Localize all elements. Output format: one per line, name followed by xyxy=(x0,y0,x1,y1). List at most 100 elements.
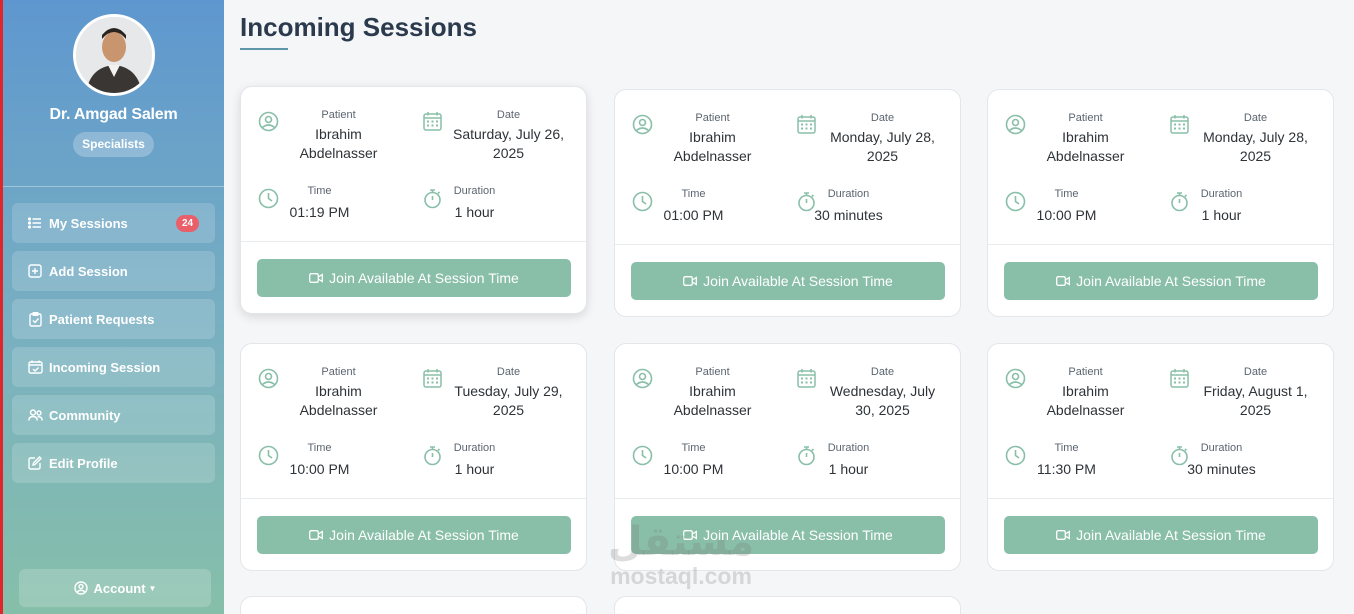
title-underline xyxy=(240,48,288,50)
duration-field: Duration 1 hour xyxy=(1152,188,1256,228)
date-label: Date xyxy=(496,109,521,121)
card-divider xyxy=(615,498,960,499)
sidebar-divider xyxy=(3,186,224,187)
sidebar-item-label: Edit Profile xyxy=(49,455,118,471)
duration-label: Duration xyxy=(827,188,870,200)
join-session-button[interactable]: Join Available At Session Time xyxy=(631,262,945,300)
duration-label: Duration xyxy=(453,442,496,454)
list-icon xyxy=(27,215,43,231)
patient-last-name: Abdelnasser xyxy=(299,402,378,418)
time-label: Time xyxy=(681,442,706,454)
join-button-label: Join Available At Session Time xyxy=(329,527,519,543)
profile-name: Dr. Amgad Salem xyxy=(49,106,178,123)
duration-value: 30 minutes xyxy=(814,207,883,223)
video-camera-icon xyxy=(309,530,324,540)
session-card: Patient Ibrahim Abdelnasser Date Wednesday, … xyxy=(614,343,961,571)
date-field: Date Tuesday, July 29, 2025 xyxy=(405,364,577,424)
patient-label: Patient xyxy=(321,109,356,121)
join-session-button[interactable]: Join Available At Session Time xyxy=(1004,516,1318,554)
time-label: Time xyxy=(307,442,332,454)
time-value: 01:19 PM xyxy=(289,204,350,220)
plus-square-icon xyxy=(27,263,43,279)
time-value: 10:00 PM xyxy=(1036,207,1097,223)
date-line-2: 2025 xyxy=(1239,148,1272,164)
sidebar-item-edit-profile[interactable]: Edit Profile xyxy=(12,443,215,483)
account-label: Account xyxy=(93,580,146,596)
time-field: Time 01:00 PM xyxy=(615,188,737,228)
session-card: Patient Ibrahim Abdelnasser Date Tuesday, Ju… xyxy=(240,343,587,571)
sidebar-item-label: Incoming Session xyxy=(49,359,161,375)
patient-field: Patient Ibrahim Abdelnasser xyxy=(988,364,1148,424)
date-field: Date Friday, August 1, 2025 xyxy=(1152,364,1324,424)
video-camera-icon xyxy=(309,273,324,283)
session-card-partial xyxy=(614,596,961,614)
date-field: Date Saturday, July 26, 2025 xyxy=(405,107,577,167)
time-label: Time xyxy=(307,185,332,197)
card-divider xyxy=(615,244,960,245)
avatar xyxy=(73,14,155,96)
join-session-button[interactable]: Join Available At Session Time xyxy=(257,516,571,554)
date-line-2: 30, 2025 xyxy=(855,402,910,418)
session-card: Patient Ibrahim Abdelnasser Date Saturday, J… xyxy=(240,86,587,314)
card-divider xyxy=(988,498,1333,499)
pencil-square-icon xyxy=(27,455,43,471)
card-divider xyxy=(988,244,1333,245)
duration-label: Duration xyxy=(1200,442,1243,454)
page-title: Incoming Sessions xyxy=(240,12,477,42)
time-field: Time 10:00 PM xyxy=(241,442,363,482)
sidebar-item-my-sessions[interactable]: My Sessions 24 xyxy=(12,203,215,243)
video-camera-icon xyxy=(683,276,698,286)
date-field: Date Wednesday, July 30, 2025 xyxy=(779,364,951,424)
sidebar-item-incoming-session[interactable]: Incoming Session xyxy=(12,347,215,387)
patient-field: Patient Ibrahim Abdelnasser xyxy=(615,110,775,170)
sidebar-item-patient-requests[interactable]: Patient Requests xyxy=(12,299,215,339)
date-label: Date xyxy=(870,112,895,124)
join-session-button[interactable]: Join Available At Session Time xyxy=(631,516,945,554)
patient-last-name: Abdelnasser xyxy=(1046,402,1125,418)
date-line-2: 2025 xyxy=(866,148,899,164)
session-card: Patient Ibrahim Abdelnasser Date Monday, Jul… xyxy=(614,89,961,317)
sidebar-item-community[interactable]: Community xyxy=(12,395,215,435)
duration-field: Duration 1 hour xyxy=(779,442,883,482)
join-session-button[interactable]: Join Available At Session Time xyxy=(1004,262,1318,300)
patient-first-name: Ibrahim xyxy=(689,383,736,399)
patient-last-name: Abdelnasser xyxy=(673,402,752,418)
video-camera-icon xyxy=(683,530,698,540)
time-value: 10:00 PM xyxy=(289,461,350,477)
patient-field: Patient Ibrahim Abdelnasser xyxy=(241,107,401,167)
time-value: 10:00 PM xyxy=(663,461,724,477)
join-session-button[interactable]: Join Available At Session Time xyxy=(257,259,571,297)
time-field: Time 11:30 PM xyxy=(988,442,1110,482)
main-content: Incoming Sessions Patient Ibrahim Abdelnas… xyxy=(224,0,1354,614)
date-field: Date Monday, July 28, 2025 xyxy=(1152,110,1324,170)
patient-last-name: Abdelnasser xyxy=(673,148,752,164)
account-dropdown[interactable]: Account ▼ xyxy=(19,569,211,607)
date-line-1: Friday, August 1, xyxy=(1203,383,1308,399)
video-camera-icon xyxy=(1056,276,1071,286)
time-label: Time xyxy=(1054,442,1079,454)
patient-field: Patient Ibrahim Abdelnasser xyxy=(615,364,775,424)
patient-first-name: Ibrahim xyxy=(1062,383,1109,399)
duration-field: Duration 30 minutes xyxy=(779,188,883,228)
patient-last-name: Abdelnasser xyxy=(1046,148,1125,164)
session-card-partial xyxy=(240,596,587,614)
patient-first-name: Ibrahim xyxy=(315,126,362,142)
duration-value: 1 hour xyxy=(828,461,869,477)
date-line-2: 2025 xyxy=(1239,402,1272,418)
sidebar-item-label: Community xyxy=(49,407,121,423)
join-button-label: Join Available At Session Time xyxy=(1076,527,1266,543)
video-camera-icon xyxy=(1056,530,1071,540)
date-line-1: Wednesday, July xyxy=(829,383,936,399)
patient-label: Patient xyxy=(1068,366,1103,378)
patient-first-name: Ibrahim xyxy=(315,383,362,399)
people-icon xyxy=(27,407,43,423)
date-line-1: Monday, July 28, xyxy=(830,129,935,145)
role-badge: Specialists xyxy=(73,132,154,157)
duration-value: 1 hour xyxy=(1201,207,1242,223)
sidebar-item-add-session[interactable]: Add Session xyxy=(12,251,215,291)
date-label: Date xyxy=(870,366,895,378)
duration-label: Duration xyxy=(453,185,496,197)
date-field: Date Monday, July 28, 2025 xyxy=(779,110,951,170)
patient-label: Patient xyxy=(1068,112,1103,124)
date-line-1: Saturday, July 26, xyxy=(452,126,565,142)
